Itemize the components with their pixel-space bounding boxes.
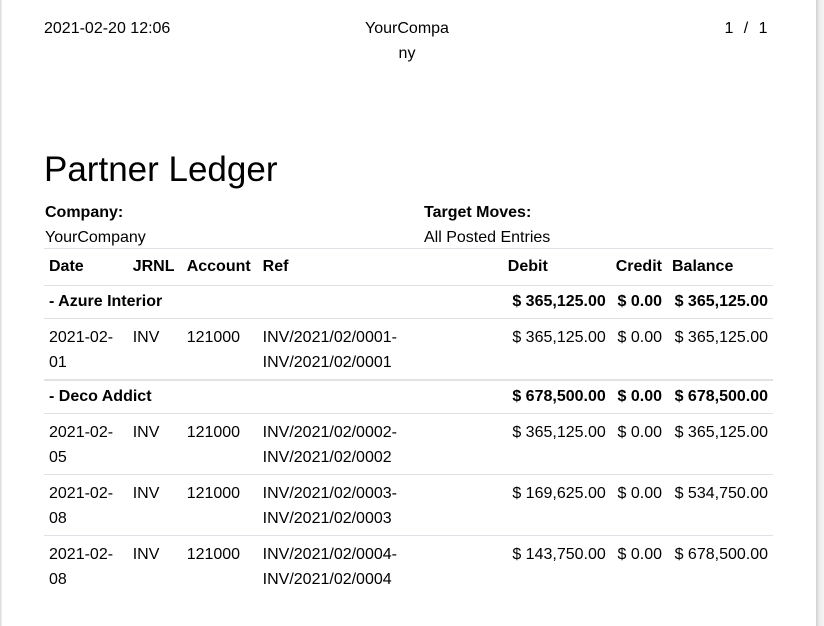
column-header-balance: Balance [666, 248, 773, 286]
line-credit: $ 0.00 [610, 474, 667, 536]
partner-total-row: - Azure Interior $ 365,125.00 $ 0.00 $ 3… [44, 285, 773, 319]
line-journal: INV [127, 318, 182, 381]
company-info: Company: YourCompany [45, 200, 146, 250]
line-date: 2021-02-08 [49, 546, 114, 588]
page-separator: / [743, 20, 749, 37]
line-journal: INV [127, 413, 182, 475]
line-ref: INV/2021/02/0002-INV/2021/02/0002 [257, 413, 503, 475]
ledger-line-row: 2021-02-05 INV 121000 INV/2021/02/0002-I… [44, 413, 773, 475]
line-balance: $ 534,750.00 [666, 474, 773, 536]
column-header-credit: Credit [610, 248, 667, 286]
target-moves-info: Target Moves: All Posted Entries [424, 200, 550, 250]
column-header-date: Date [44, 248, 128, 286]
line-journal: INV [127, 474, 182, 536]
ledger-table: Date JRNL Account Ref Debit Credit Balan… [44, 248, 773, 596]
line-debit: $ 143,750.00 [512, 546, 606, 563]
partner-credit: $ 0.00 [610, 379, 667, 414]
line-account: 121000 [181, 474, 258, 536]
target-moves-label: Target Moves: [424, 204, 532, 221]
line-account: 121000 [181, 318, 258, 381]
partner-name: - Azure Interior [44, 285, 503, 319]
ledger-line-row: 2021-02-08 INV 121000 INV/2021/02/0003-I… [44, 474, 773, 536]
line-balance: $ 678,500.00 [674, 546, 768, 563]
line-ref: INV/2021/02/0003-INV/2021/02/0003 [257, 474, 503, 536]
line-credit: $ 0.00 [610, 413, 667, 475]
line-balance: $ 365,125.00 [666, 318, 773, 381]
partner-balance: $ 365,125.00 [666, 285, 773, 319]
partner-total-row: - Deco Addict $ 678,500.00 $ 0.00 $ 678,… [44, 379, 773, 414]
line-account: 121000 [186, 546, 241, 563]
page-total: 1 [758, 20, 768, 37]
line-credit: $ 0.00 [617, 546, 662, 563]
partner-debit: $ 678,500.00 [502, 379, 611, 414]
company-label: Company: [45, 204, 124, 221]
target-moves-value: All Posted Entries [424, 229, 551, 246]
line-journal: INV [132, 546, 160, 563]
column-header-journal: JRNL [127, 248, 182, 286]
partner-balance: $ 678,500.00 [666, 379, 773, 414]
table-header-row: Date JRNL Account Ref Debit Credit Balan… [44, 248, 773, 286]
column-header-debit: Debit [502, 248, 611, 286]
page-current: 1 [724, 20, 734, 37]
line-ref: INV/2021/02/0001-INV/2021/02/0001 [257, 318, 503, 381]
company-value: YourCompany [45, 229, 146, 246]
partner-name: - Deco Addict [44, 379, 503, 414]
ledger-line-row: 2021-02-08 INV 121000 INV/2021/02/0004-I… [44, 536, 773, 597]
report-title: Partner Ledger [44, 150, 278, 189]
line-ref: INV/2021/02/0004-INV/2021/02/0004 [262, 546, 397, 588]
line-account: 121000 [181, 413, 258, 475]
line-balance: $ 365,125.00 [666, 413, 773, 475]
line-credit: $ 0.00 [610, 318, 667, 381]
ledger-line-row: 2021-02-01 INV 121000 INV/2021/02/0001-I… [44, 318, 773, 381]
line-date: 2021-02-05 [44, 413, 128, 475]
partner-debit: $ 365,125.00 [502, 285, 611, 319]
line-date: 2021-02-01 [44, 318, 128, 381]
line-date: 2021-02-08 [44, 474, 128, 536]
column-header-account: Account [181, 248, 258, 286]
line-debit: $ 365,125.00 [502, 318, 611, 381]
line-debit: $ 169,625.00 [502, 474, 611, 536]
page-shadow-left [0, 0, 2, 626]
print-datetime: 2021-02-20 12:06 [44, 20, 171, 37]
partner-credit: $ 0.00 [610, 285, 667, 319]
page-counter: 1 / 1 [724, 19, 768, 39]
column-header-ref: Ref [257, 248, 503, 286]
page-shadow-right [816, 0, 824, 626]
line-debit: $ 365,125.00 [502, 413, 611, 475]
header-company-name: YourCompany [365, 20, 449, 62]
